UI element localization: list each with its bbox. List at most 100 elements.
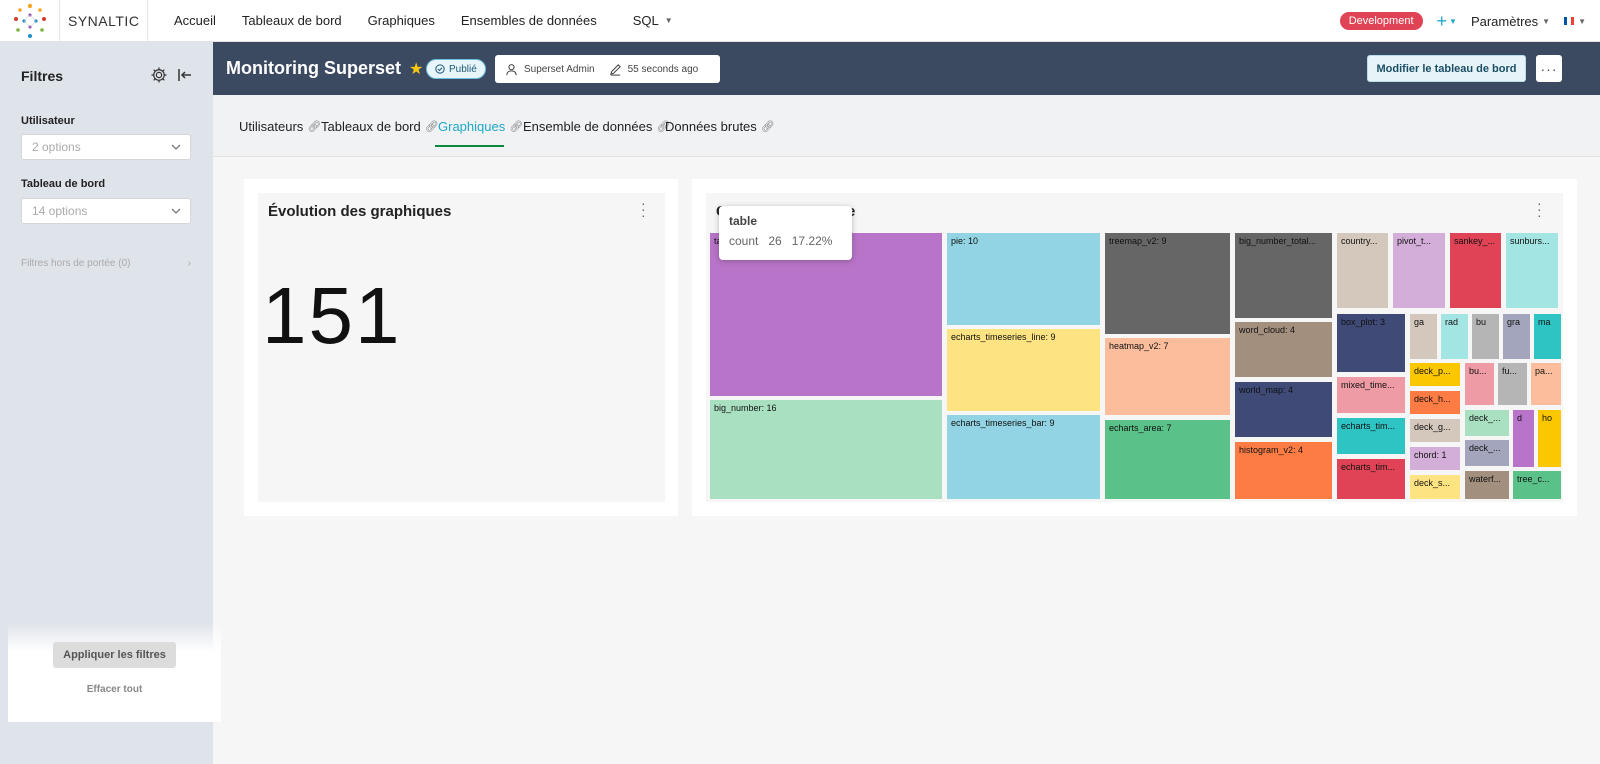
dashboard-tabs: Utilisateurs 🔗︎ Tableaux de bord 🔗︎ Graphi… — [213, 95, 1600, 157]
pencil-icon — [609, 63, 621, 76]
tab-label: Ensemble de données — [523, 119, 653, 134]
nav-ensembles-de-donnees[interactable]: Ensembles de données — [461, 13, 597, 28]
treemap-cell-d[interactable]: d — [1513, 410, 1534, 467]
caret-down-icon: ▼ — [664, 16, 673, 25]
settings-label: Paramètres — [1470, 13, 1539, 29]
treemap-cell-area[interactable]: echarts_area: 7 — [1105, 420, 1230, 499]
tab-label: Utilisateurs — [239, 119, 304, 134]
treemap-cell-ma[interactable]: ma — [1534, 314, 1561, 359]
language-menu[interactable]: ▼ — [1564, 17, 1586, 26]
dashboard-title[interactable]: Monitoring Superset — [226, 58, 401, 79]
out-of-scope-filters[interactable]: Filtres hors de portée (0) › — [21, 258, 191, 269]
treemap-cell-mixed-timeseries[interactable]: mixed_time... — [1337, 377, 1405, 413]
favorite-star-icon[interactable]: ★ — [409, 59, 423, 79]
chevron-down-icon — [171, 208, 181, 214]
treemap-cell-deck-p[interactable]: deck_p... — [1410, 363, 1460, 386]
tab-tableaux-de-bord[interactable]: Tableaux de bord 🔗︎ — [321, 119, 439, 134]
chart-title: Évolution des graphiques — [268, 203, 452, 220]
nav-sql-menu[interactable]: SQL ▼ — [633, 13, 673, 28]
modified-time: 55 seconds ago — [627, 63, 699, 75]
synaltic-logo[interactable] — [0, 0, 60, 42]
edit-dashboard-button[interactable]: Modifier le tableau de bord — [1367, 55, 1526, 82]
top-navbar: SYNALTIC Accueil Tableaux de bord Graphi… — [0, 0, 1600, 42]
treemap-cell-pie[interactable]: pie: 10 — [947, 233, 1100, 325]
tab-ensemble-de-donnees[interactable]: Ensemble de données 🔗︎ — [523, 119, 670, 134]
treemap-cell-deck-1[interactable]: deck_... — [1465, 410, 1509, 436]
link-icon: 🔗︎ — [307, 121, 322, 133]
settings-menu[interactable]: Paramètres ▼ — [1471, 14, 1550, 29]
nav-tableaux-de-bord[interactable]: Tableaux de bord — [242, 13, 342, 28]
treemap-cell-big-number-total[interactable]: big_number_total... — [1235, 233, 1332, 318]
clear-all-button[interactable]: Effacer tout — [53, 684, 176, 695]
treemap-cell-timeseries-line[interactable]: echarts_timeseries_line: 9 — [947, 329, 1100, 411]
caret-down-icon: ▼ — [1542, 16, 1551, 26]
filter-placeholder: 2 options — [32, 140, 81, 154]
caret-down-icon: ▼ — [1449, 16, 1457, 26]
treemap-cell-timeseries-bar[interactable]: echarts_timeseries_bar: 9 — [947, 415, 1100, 499]
filters-title: Filtres — [21, 68, 64, 84]
treemap-tooltip: table count 26 17.22% — [719, 206, 852, 260]
nav-sql-label: SQL — [632, 13, 659, 28]
treemap-cell-echarts-tim-1[interactable]: echarts_tim... — [1337, 418, 1405, 454]
tooltip-value: 26 — [768, 234, 782, 248]
treemap-cell-word-cloud[interactable]: word_cloud: 4 — [1235, 322, 1332, 377]
tooltip-row: count 26 17.22% — [729, 234, 842, 248]
treemap-cell-histogram[interactable]: histogram_v2: 4 — [1235, 442, 1332, 499]
treemap-cell-rad[interactable]: rad — [1441, 314, 1468, 359]
new-item-menu[interactable]: + ▼ — [1437, 11, 1457, 32]
logo-icon — [13, 3, 46, 38]
apply-filters-button[interactable]: Appliquer les filtres — [53, 642, 176, 668]
link-icon: 🔗︎ — [509, 121, 524, 133]
chart-menu-icon[interactable]: · · · — [1537, 196, 1542, 222]
treemap-cell-ga[interactable]: ga — [1410, 314, 1437, 359]
treemap-cell-country[interactable]: country... — [1337, 233, 1388, 308]
treemap-cell-chord[interactable]: chord: 1 — [1410, 447, 1460, 470]
treemap-cell-ho[interactable]: ho — [1538, 410, 1561, 467]
published-badge[interactable]: Publié — [426, 59, 486, 79]
french-flag-icon — [1564, 17, 1575, 25]
treemap-cell-treemap[interactable]: treemap_v2: 9 — [1105, 233, 1230, 334]
treemap-cell-tree-chart[interactable]: tree_c... — [1513, 471, 1561, 499]
big-number-value: 151 — [262, 271, 402, 360]
treemap-cell-pivot[interactable]: pivot_t... — [1393, 233, 1445, 308]
check-circle-icon — [435, 64, 445, 74]
more-options-button[interactable]: ··· — [1536, 55, 1562, 82]
treemap-cell-box-plot[interactable]: box_plot: 3 — [1337, 314, 1405, 372]
treemap-cell-sunburst[interactable]: sunburs... — [1506, 233, 1558, 308]
treemap-cell-deck-2[interactable]: deck_... — [1465, 440, 1509, 466]
tab-utilisateurs[interactable]: Utilisateurs 🔗︎ — [239, 119, 321, 134]
treemap-cell-gra[interactable]: gra — [1503, 314, 1530, 359]
published-label: Publié — [449, 63, 477, 75]
filter-select-tableau-de-bord[interactable]: 14 options — [21, 198, 191, 224]
treemap-cell-fu[interactable]: fu... — [1498, 363, 1527, 405]
treemap-cell-big-number[interactable]: big_number: 16 — [710, 400, 942, 499]
filter-select-utilisateur[interactable]: 2 options — [21, 134, 191, 160]
treemap-cell-waterfall[interactable]: waterf... — [1465, 471, 1509, 499]
treemap-cell-pa[interactable]: pa... — [1531, 363, 1561, 405]
treemap-cell-bu-2[interactable]: bu... — [1465, 363, 1494, 405]
brand-name: SYNALTIC — [60, 0, 148, 42]
filter-placeholder: 14 options — [32, 204, 88, 218]
nav-graphiques[interactable]: Graphiques — [368, 13, 435, 28]
user-icon — [506, 63, 517, 75]
collapse-sidebar-icon[interactable] — [176, 66, 194, 84]
link-icon: 🔗︎ — [760, 121, 775, 133]
nav-accueil[interactable]: Accueil — [174, 13, 216, 28]
treemap-cell-sankey[interactable]: sankey_... — [1450, 233, 1501, 308]
treemap-cell-world-map[interactable]: world_map: 4 — [1235, 382, 1332, 437]
tooltip-title: table — [729, 214, 758, 228]
treemap-cell-deck-h[interactable]: deck_h... — [1410, 391, 1460, 414]
chevron-down-icon — [171, 144, 181, 150]
tab-graphiques[interactable]: Graphiques 🔗︎ — [438, 119, 523, 134]
tab-label: Données brutes — [665, 119, 757, 134]
chart-menu-icon[interactable]: · · · — [641, 196, 646, 222]
gear-icon[interactable] — [150, 66, 168, 84]
plus-icon: + — [1436, 10, 1448, 31]
treemap-cell-echarts-tim-2[interactable]: echarts_tim... — [1337, 459, 1405, 499]
tab-donnees-brutes[interactable]: Données brutes 🔗︎ — [665, 119, 775, 134]
treemap-cell-deck-g[interactable]: deck_g... — [1410, 419, 1460, 442]
treemap-cell-deck-s[interactable]: deck_s... — [1410, 475, 1460, 499]
filter-label-utilisateur: Utilisateur — [21, 115, 75, 127]
treemap-cell-bu[interactable]: bu — [1472, 314, 1499, 359]
treemap-cell-heatmap[interactable]: heatmap_v2: 7 — [1105, 338, 1230, 415]
